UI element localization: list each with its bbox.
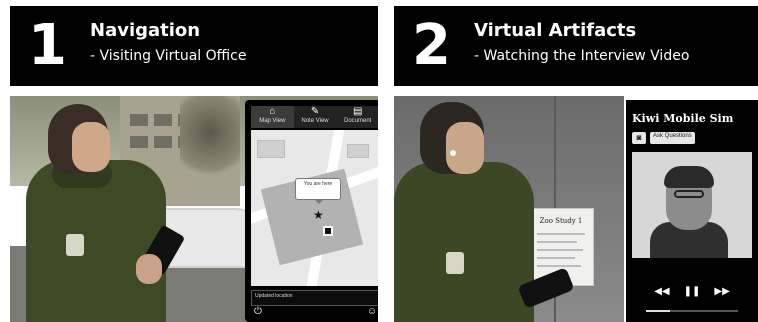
video-person-glasses [674, 190, 704, 198]
tab-map-view[interactable]: ⌂ Map View [251, 106, 294, 128]
panel-2-subtitle: - Watching the Interview Video [474, 48, 690, 64]
face [446, 122, 484, 174]
person-with-earbuds [394, 102, 575, 322]
person-using-phone [26, 104, 186, 322]
pencil-icon: ✎ [310, 106, 320, 117]
progress-fill [646, 310, 670, 312]
panel-2-number: 2 [412, 13, 451, 78]
video-caption [632, 262, 752, 276]
hand [136, 254, 162, 284]
location-marker-icon[interactable] [323, 226, 333, 236]
panel-1-number: 1 [28, 13, 67, 78]
background-tree [180, 96, 240, 186]
panel-1-subtitle: - Visiting Virtual Office [90, 48, 247, 64]
panel-2-header: 2 Virtual Artifacts - Watching the Inter… [394, 6, 758, 86]
paper-line [537, 241, 577, 243]
person-icon[interactable]: ☺ [365, 306, 378, 318]
panel-virtual-artifacts: 2 Virtual Artifacts - Watching the Inter… [394, 0, 758, 322]
progress-bar[interactable] [632, 306, 752, 316]
poster-title: Zoo Study 1 [539, 217, 583, 225]
tab-note-view[interactable]: ✎ Note View [294, 106, 337, 128]
mobile-app-screen: ⌂ Map View ✎ Note View ▤ Document You ar… [245, 100, 378, 322]
tab-label: Document [344, 118, 372, 124]
paper-line [537, 233, 585, 235]
video-player-screen: Kiwi Mobile Sim ◙ Ask Questions ◀◀ ❚❚ ▶▶ [626, 100, 758, 322]
map-icon: ⌂ [269, 106, 276, 117]
callout-text: You are here [303, 181, 333, 187]
paper-line [537, 257, 575, 259]
document-icon: ▤ [352, 106, 363, 117]
playback-controls: ◀◀ ❚❚ ▶▶ [626, 286, 758, 297]
camera-icon[interactable]: ◙ [632, 132, 646, 144]
panel-1-title: Navigation [90, 20, 201, 41]
navigation-photo: ⌂ Map View ✎ Note View ▤ Document You ar… [10, 96, 378, 322]
bottom-bar: ⏻ ☺ [251, 306, 378, 318]
tab-document[interactable]: ▤ Document [336, 106, 378, 128]
map-building [347, 144, 369, 158]
panel-1-header: 1 Navigation - Visiting Virtual Office [10, 6, 378, 86]
panel-navigation: 1 Navigation - Visiting Virtual Office ⌂… [0, 0, 378, 322]
tab-label: Map View [259, 118, 286, 124]
map-building [257, 140, 285, 158]
panel-2-title: Virtual Artifacts [474, 20, 637, 41]
badge [66, 234, 84, 256]
earbud [450, 150, 456, 156]
player-button-row: ◙ Ask Questions [632, 132, 695, 144]
map-callout[interactable]: You are here [295, 178, 341, 204]
map-view[interactable]: You are here ★ [251, 130, 378, 286]
rewind-icon[interactable]: ◀◀ [654, 286, 669, 297]
video-person-hair [664, 166, 714, 188]
tab-bar: ⌂ Map View ✎ Note View ▤ Document [251, 106, 378, 128]
fast-forward-icon[interactable]: ▶▶ [714, 286, 729, 297]
paper-line [537, 249, 583, 251]
pause-icon[interactable]: ❚❚ [684, 286, 701, 297]
jacket [394, 162, 534, 322]
power-icon[interactable]: ⏻ [251, 306, 265, 318]
star-pin-icon[interactable]: ★ [313, 208, 324, 222]
paper-line [537, 265, 581, 267]
player-title: Kiwi Mobile Sim [632, 112, 734, 125]
video-frame[interactable] [632, 152, 752, 258]
ask-questions-button[interactable]: Ask Questions [650, 132, 695, 144]
face [72, 122, 110, 172]
tab-label: Note View [301, 118, 329, 124]
status-text: Updated location [255, 293, 293, 299]
status-box: Updated location [251, 290, 378, 306]
badge [446, 252, 464, 274]
video-photo: Zoo Study 1 Kiwi Mobile Sim ◙ Ask Questi… [394, 96, 758, 322]
